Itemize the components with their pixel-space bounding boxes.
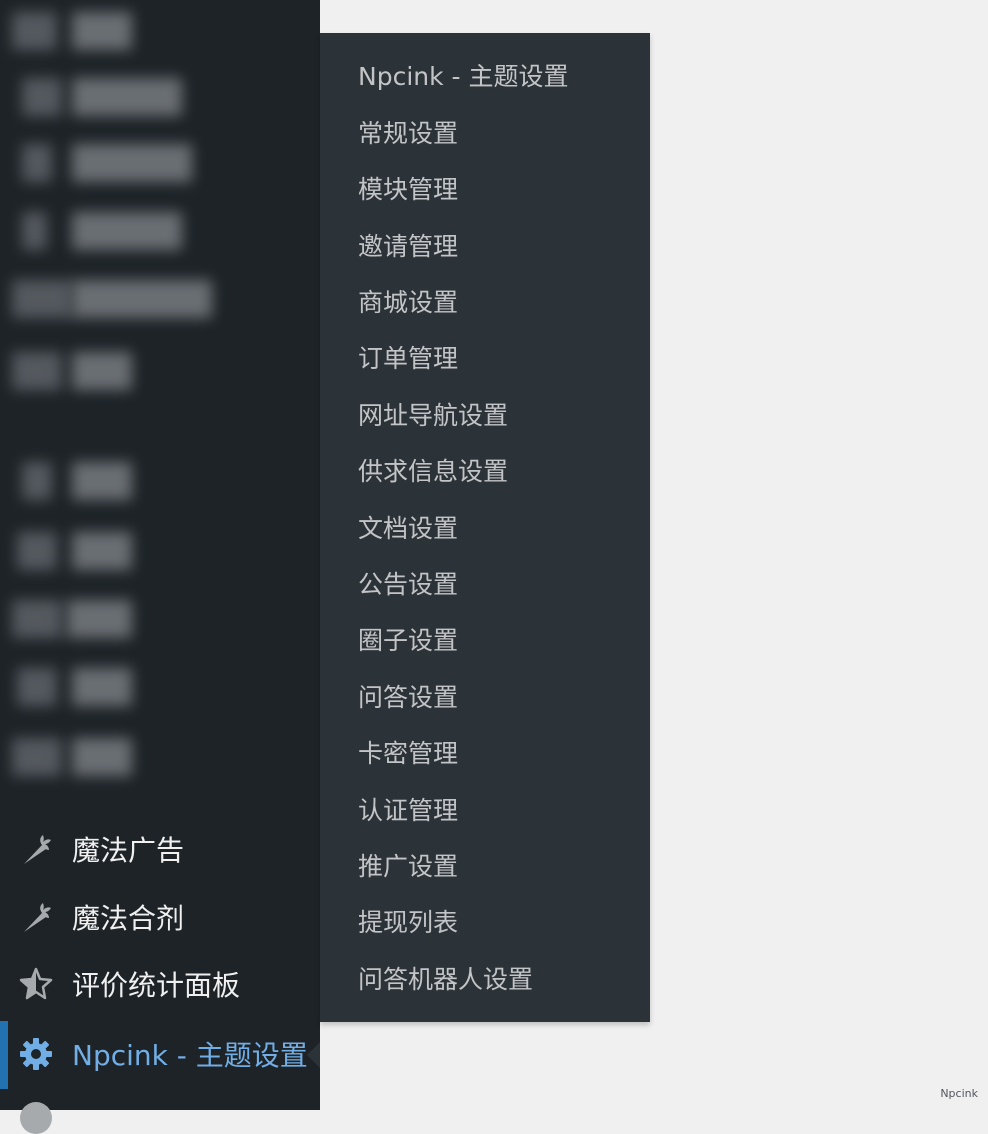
watermark: Npcink xyxy=(940,1087,978,1100)
submenu-item-qa-bot[interactable]: 问答机器人设置 xyxy=(358,960,533,996)
submenu-item-supply-demand[interactable]: 供求信息设置 xyxy=(358,452,508,488)
submenu-item-modules[interactable]: 模块管理 xyxy=(358,170,458,206)
sidebar-item-magic-ads[interactable]: 魔法广告 xyxy=(0,819,320,879)
submenu-item-general[interactable]: 常规设置 xyxy=(358,114,458,150)
blurred-menu-item[interactable] xyxy=(12,144,192,182)
sidebar-item-magic-potion[interactable]: 魔法合剂 xyxy=(0,887,320,947)
submenu-item-promotion[interactable]: 推广设置 xyxy=(358,847,458,883)
submenu-item-invites[interactable]: 邀请管理 xyxy=(358,227,458,263)
blurred-menu-item[interactable] xyxy=(12,280,212,318)
gear-icon xyxy=(18,1036,54,1072)
menu-icon-partial xyxy=(20,1102,52,1134)
submenu-item-docs[interactable]: 文档设置 xyxy=(358,509,458,545)
sidebar-item-label: 评价统计面板 xyxy=(72,969,241,1002)
star-half-icon xyxy=(18,966,54,1002)
carrot-icon xyxy=(18,831,54,867)
admin-sidebar: 魔法广告 魔法合剂 评价统计面板 Npcink - 主题设置 xyxy=(0,0,320,1134)
submenu-item-announcements[interactable]: 公告设置 xyxy=(358,565,458,601)
submenu-item-url-nav[interactable]: 网址导航设置 xyxy=(358,396,508,432)
blurred-menu-item[interactable] xyxy=(12,78,192,116)
sidebar-item-review-stats[interactable]: 评价统计面板 xyxy=(0,954,320,1014)
submenu-item-orders[interactable]: 订单管理 xyxy=(358,339,458,375)
submenu-item-qa[interactable]: 问答设置 xyxy=(358,678,458,714)
carrot-icon xyxy=(18,899,54,935)
sidebar-item-theme-settings[interactable]: Npcink - 主题设置 xyxy=(0,1024,320,1084)
submenu-item-withdrawals[interactable]: 提现列表 xyxy=(358,903,458,939)
sidebar-item-label: 魔法合剂 xyxy=(72,902,185,935)
blurred-menu-item[interactable] xyxy=(12,600,142,638)
blurred-menu-item[interactable] xyxy=(12,738,142,776)
blurred-menu-item[interactable] xyxy=(12,212,192,250)
sidebar-item-label: 魔法广告 xyxy=(72,834,185,867)
submenu-item-circles[interactable]: 圈子设置 xyxy=(358,621,458,657)
submenu-item-shop[interactable]: 商城设置 xyxy=(358,283,458,319)
submenu-item-verification[interactable]: 认证管理 xyxy=(358,791,458,827)
blurred-menu-item[interactable] xyxy=(12,462,142,500)
blurred-menu-item[interactable] xyxy=(12,668,142,706)
blurred-menu-item[interactable] xyxy=(12,352,142,390)
sidebar-item-label: Npcink - 主题设置 xyxy=(72,1039,308,1072)
blurred-menu-item[interactable] xyxy=(12,12,142,50)
flyout-pointer xyxy=(307,1042,320,1068)
submenu-title[interactable]: Npcink - 主题设置 xyxy=(358,57,569,93)
submenu-flyout: Npcink - 主题设置 常规设置 模块管理 邀请管理 商城设置 订单管理 网… xyxy=(320,33,650,1022)
blurred-menu-item[interactable] xyxy=(12,532,142,570)
submenu-item-card-keys[interactable]: 卡密管理 xyxy=(358,734,458,770)
